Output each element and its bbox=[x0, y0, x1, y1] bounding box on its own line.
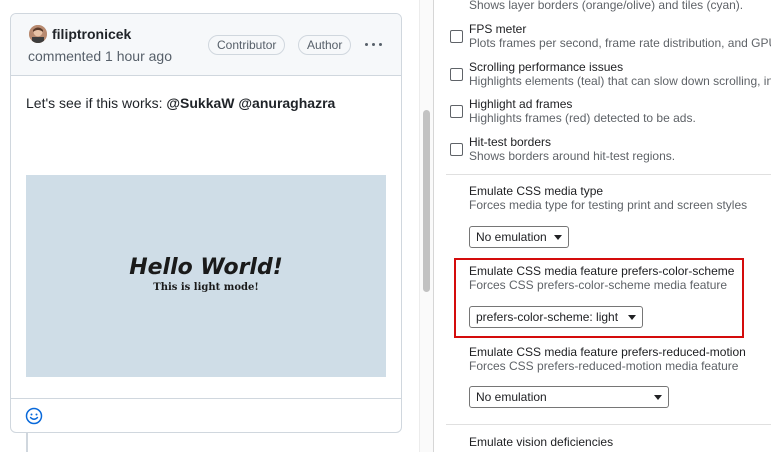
comment-body-text: Let's see if this works: bbox=[26, 95, 167, 111]
media-type-select-value: No emulation bbox=[476, 230, 547, 244]
reduced-motion-select-value: No emulation bbox=[476, 390, 547, 404]
add-reaction-icon[interactable] bbox=[25, 407, 43, 425]
fps-meter-title: FPS meter bbox=[469, 22, 527, 36]
media-type-desc: Forces media type for testing print and … bbox=[469, 198, 748, 212]
avatar[interactable] bbox=[29, 25, 47, 43]
reduced-motion-section: Emulate CSS media feature prefers-reduce… bbox=[469, 345, 769, 373]
highlight-box bbox=[454, 258, 744, 338]
reduced-motion-desc: Forces CSS prefers-reduced-motion media … bbox=[469, 359, 739, 373]
hit-test-borders-title: Hit-test borders bbox=[469, 135, 552, 149]
avatar-image bbox=[29, 25, 47, 43]
chevron-down-icon bbox=[554, 235, 562, 240]
highlight-ad-frames-checkbox[interactable] bbox=[450, 105, 463, 118]
image-headline: Hello World! bbox=[129, 255, 283, 280]
comment-card: filiptronicek commented 1 hour ago Contr… bbox=[10, 13, 402, 433]
github-comment-pane: filiptronicek commented 1 hour ago Contr… bbox=[0, 0, 433, 452]
highlight-ad-frames-desc: Highlights frames (red) detected to be a… bbox=[469, 111, 696, 125]
comment-footer bbox=[11, 398, 401, 432]
hit-test-borders-checkbox[interactable] bbox=[450, 143, 463, 156]
section-divider bbox=[446, 174, 771, 175]
contributor-badge: Contributor bbox=[208, 35, 286, 55]
hit-test-borders-desc: Shows borders around hit-test regions. bbox=[469, 149, 676, 163]
highlight-ad-frames-title: Highlight ad frames bbox=[469, 97, 573, 111]
scrolling-performance-title: Scrolling performance issues bbox=[469, 60, 624, 74]
comment-timestamp[interactable]: commented 1 hour ago bbox=[28, 47, 172, 65]
media-type-title: Emulate CSS media type bbox=[469, 184, 604, 198]
fps-meter-checkbox[interactable] bbox=[450, 30, 463, 43]
comment-image[interactable]: Hello World! This is light mode! bbox=[26, 175, 386, 377]
mention-anuraghazra[interactable]: @anuraghazra bbox=[238, 95, 335, 111]
scrollbar-thumb[interactable] bbox=[423, 110, 430, 292]
reduced-motion-title: Emulate CSS media feature prefers-reduce… bbox=[469, 345, 746, 359]
timeline-line bbox=[26, 432, 28, 452]
comment-body: Let's see if this works: @SukkaW @anurag… bbox=[26, 94, 335, 112]
more-options-icon[interactable] bbox=[363, 36, 385, 52]
chevron-down-icon bbox=[654, 395, 662, 400]
media-type-select[interactable]: No emulation bbox=[469, 226, 569, 248]
comment-header: filiptronicek commented 1 hour ago Contr… bbox=[11, 14, 401, 76]
author-link[interactable]: filiptronicek bbox=[52, 25, 131, 43]
layer-borders-desc: Shows layer borders (orange/olive) and t… bbox=[469, 0, 744, 12]
reduced-motion-select[interactable]: No emulation bbox=[469, 386, 669, 408]
scrolling-performance-desc: Highlights elements (teal) that can slow… bbox=[469, 74, 771, 88]
vision-deficiencies-title: Emulate vision deficiencies bbox=[469, 435, 614, 449]
vision-deficiencies-section: Emulate vision deficiencies bbox=[469, 435, 769, 449]
section-divider bbox=[446, 424, 771, 425]
author-badge: Author bbox=[298, 35, 352, 55]
fps-meter-desc: Plots frames per second, frame rate dist… bbox=[469, 36, 771, 50]
image-subline: This is light mode! bbox=[153, 282, 259, 293]
scrolling-performance-checkbox[interactable] bbox=[450, 68, 463, 81]
media-type-section: Emulate CSS media type Forces media type… bbox=[469, 184, 769, 212]
devtools-rendering-panel: Shows layer borders (orange/olive) and t… bbox=[433, 0, 771, 452]
mention-sukkaw[interactable]: @SukkaW bbox=[166, 95, 234, 111]
